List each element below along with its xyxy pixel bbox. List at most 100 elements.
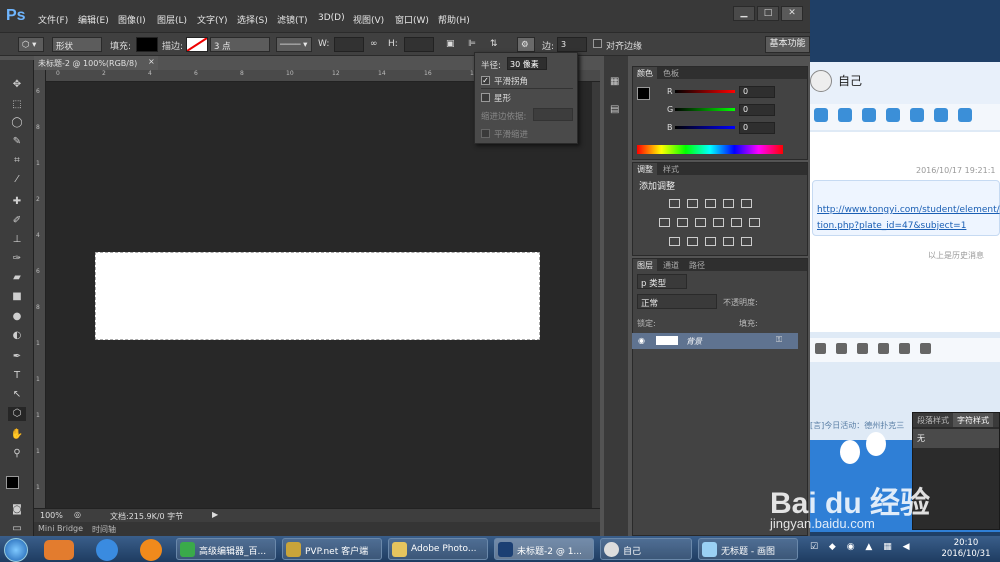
style-item[interactable]: 无 <box>913 429 999 448</box>
stamp-tool-icon[interactable]: ⊥ <box>8 233 26 247</box>
status-icon[interactable]: ◎ <box>74 510 81 519</box>
minimize-button[interactable]: ▁ <box>733 6 755 21</box>
exposure-icon[interactable] <box>723 199 734 208</box>
blend-mode-select[interactable]: 正常 <box>637 294 717 309</box>
qq-tool-icon[interactable] <box>862 108 876 122</box>
menu-window[interactable]: 窗口(W) <box>395 13 429 26</box>
tab-channels[interactable]: 通道 <box>659 259 683 271</box>
screen-mode-icon[interactable]: ▭ <box>8 522 26 536</box>
path-align-icon[interactable]: ⊫ <box>468 39 476 49</box>
scissors-icon[interactable] <box>836 343 847 354</box>
ie-icon[interactable] <box>96 539 118 561</box>
dodge-tool-icon[interactable]: ◐ <box>8 329 26 343</box>
radius-input[interactable]: 30 像素 <box>507 57 547 70</box>
pen-tool-icon[interactable]: ✒ <box>8 350 26 364</box>
star-checkbox[interactable] <box>481 93 490 102</box>
blur-tool-icon[interactable]: ● <box>8 310 26 324</box>
layer-row[interactable]: ◉ 背景 ⚿ <box>632 333 798 349</box>
quick-mask-icon[interactable]: ◙ <box>8 503 26 517</box>
gradient-tool-icon[interactable]: ■ <box>8 290 26 304</box>
history-brush-tool-icon[interactable]: ✑ <box>8 252 26 266</box>
play-icon[interactable]: ▶ <box>212 510 218 519</box>
b-input[interactable]: 0 <box>739 122 775 134</box>
menu-view[interactable]: 视图(V) <box>353 13 384 26</box>
g-slider[interactable] <box>675 108 735 111</box>
tab-paragraph-style[interactable]: 段落样式 <box>913 413 953 427</box>
threshold-icon[interactable] <box>705 237 716 246</box>
menu-file[interactable]: 文件(F) <box>38 13 68 26</box>
maximize-button[interactable]: □ <box>757 6 779 21</box>
stroke-size-select[interactable]: 3 点 <box>210 37 270 52</box>
black-white-icon[interactable] <box>695 218 706 227</box>
gradient-map-icon[interactable] <box>723 237 734 246</box>
height-input[interactable] <box>404 37 434 52</box>
posterize-icon[interactable] <box>687 237 698 246</box>
document-tab[interactable]: 未标题-2 @ 100%(RGB/8) × <box>34 56 158 70</box>
mode-select[interactable]: 形状 <box>52 37 102 52</box>
brightness-icon[interactable] <box>669 199 680 208</box>
menu-filter[interactable]: 滤镜(T) <box>277 13 308 26</box>
color-balance-icon[interactable] <box>677 218 688 227</box>
eye-icon[interactable]: ◉ <box>638 336 645 345</box>
vertical-scrollbar[interactable] <box>592 82 600 508</box>
history-icon[interactable]: ▦ <box>610 76 619 87</box>
taskbar-item[interactable]: Adobe Photo... <box>388 538 488 560</box>
path-arrange-icon[interactable]: ⇅ <box>490 39 498 49</box>
channel-mixer-icon[interactable] <box>731 218 742 227</box>
gear-icon[interactable]: ⚙ <box>517 37 535 52</box>
taskbar-item[interactable]: PVP.net 客户端 <box>282 538 382 560</box>
b-slider[interactable] <box>675 126 735 129</box>
edit-icon[interactable] <box>878 343 889 354</box>
crop-tool-icon[interactable]: ⌗ <box>8 154 26 168</box>
tab-layers[interactable]: 图层 <box>633 259 657 271</box>
qq-tool-icon[interactable] <box>886 108 900 122</box>
taskbar-item[interactable]: 无标题 - 画图 <box>698 538 798 560</box>
qq-tool-icon[interactable] <box>838 108 852 122</box>
qq-tool-icon[interactable] <box>934 108 948 122</box>
qq-link[interactable]: tion.php?plate_id=47&subject=1 <box>817 221 966 231</box>
lasso-tool-icon[interactable]: ◯ <box>8 116 26 130</box>
properties-icon[interactable]: ▤ <box>610 104 619 115</box>
taskbar-item[interactable]: 自己 <box>600 538 692 560</box>
foreground-color-swatch[interactable] <box>6 476 19 489</box>
path-select-tool-icon[interactable]: ↖ <box>8 388 26 402</box>
clock[interactable]: 20:10 2016/10/31 <box>936 538 996 560</box>
mic-icon[interactable] <box>857 343 868 354</box>
emoji-icon[interactable] <box>815 343 826 354</box>
music-icon[interactable] <box>920 343 931 354</box>
hue-icon[interactable] <box>659 218 670 227</box>
r-input[interactable]: 0 <box>739 86 775 98</box>
width-input[interactable] <box>334 37 364 52</box>
document-canvas[interactable] <box>95 252 540 340</box>
marquee-tool-icon[interactable]: ⬚ <box>8 98 26 112</box>
tab-paths[interactable]: 路径 <box>685 259 709 271</box>
image-icon[interactable] <box>899 343 910 354</box>
tab-color[interactable]: 颜色 <box>633 67 657 79</box>
qq-tool-icon[interactable] <box>814 108 828 122</box>
tab-mini-bridge[interactable]: Mini Bridge <box>38 524 83 533</box>
qq-link[interactable]: http://www.tongyi.com/student/element/ <box>817 205 1000 215</box>
menu-3d[interactable]: 3D(D) <box>318 13 345 23</box>
fill-swatch[interactable] <box>136 37 158 52</box>
align-edges-checkbox[interactable] <box>593 39 602 48</box>
type-tool-icon[interactable]: T <box>8 369 26 383</box>
qq-tool-icon[interactable] <box>958 108 972 122</box>
tab-swatches[interactable]: 色板 <box>659 67 683 79</box>
shape-tool-icon[interactable]: ⬡ <box>8 407 26 421</box>
selective-color-icon[interactable] <box>741 237 752 246</box>
browser-icon[interactable] <box>140 539 162 561</box>
close-icon[interactable]: × <box>148 57 155 66</box>
brush-tool-icon[interactable]: ✐ <box>8 214 26 228</box>
tool-preset-picker[interactable]: ⬡ ▾ <box>18 37 44 52</box>
taskbar-item[interactable]: 高级编辑器_百... <box>176 538 276 560</box>
path-ops-icon[interactable]: ▣ <box>446 39 455 49</box>
menu-help[interactable]: 帮助(H) <box>438 13 470 26</box>
g-input[interactable]: 0 <box>739 104 775 116</box>
move-tool-icon[interactable]: ✥ <box>8 78 26 92</box>
qq-tool-icon[interactable] <box>910 108 924 122</box>
zoom-tool-icon[interactable]: ⚲ <box>8 447 26 461</box>
start-button[interactable] <box>4 538 28 562</box>
sides-input[interactable]: 3 <box>557 37 587 52</box>
eraser-tool-icon[interactable]: ▰ <box>8 271 26 285</box>
zoom-level[interactable]: 100% <box>40 511 63 520</box>
